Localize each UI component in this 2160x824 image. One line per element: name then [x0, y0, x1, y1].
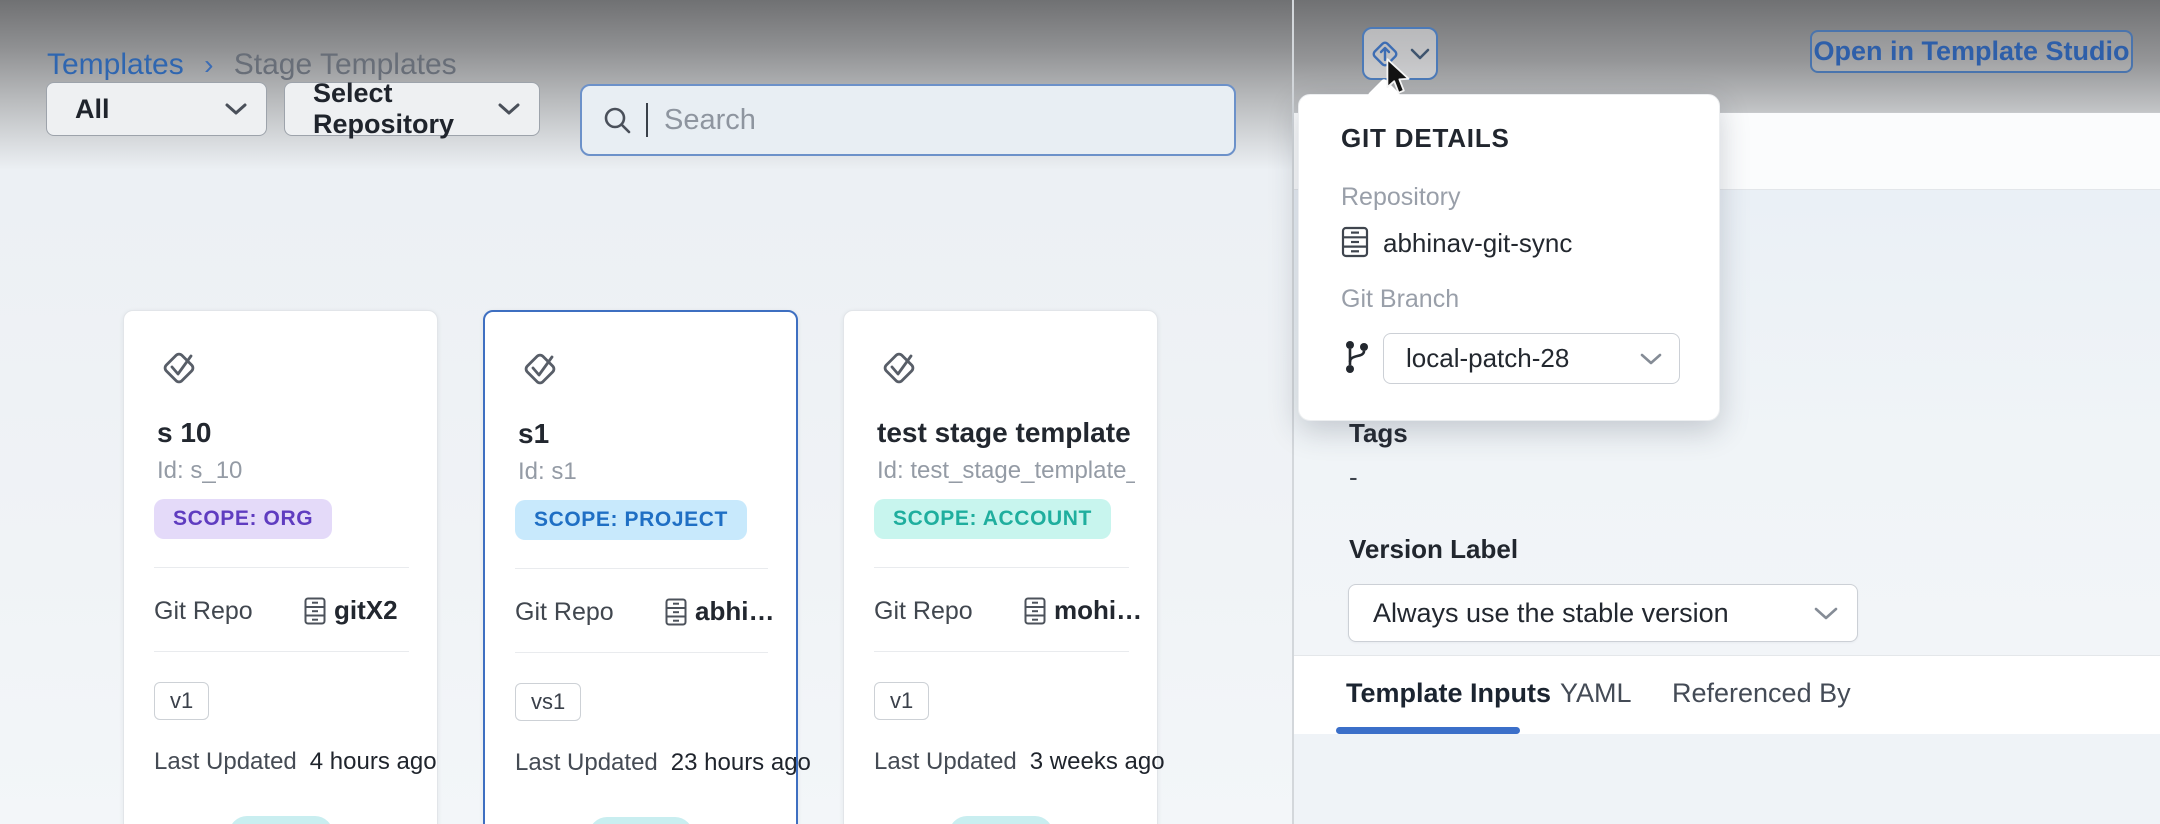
template-card[interactable]: s1 Id: s1 SCOPE: PROJECT Git Repo abhi… …: [483, 310, 798, 824]
breadcrumb-templates-link[interactable]: Templates: [47, 48, 184, 81]
chevron-down-icon: [1639, 352, 1663, 366]
open-in-template-studio-button[interactable]: Open in Template Studio: [1810, 30, 2133, 73]
chevron-down-icon: [497, 102, 521, 116]
version-chip: v1: [154, 682, 209, 720]
last-updated: Last Updated4 hours ago: [154, 748, 437, 776]
stable-badge: [229, 816, 333, 824]
version-label-heading: Version Label: [1349, 534, 1518, 565]
template-id: Id: s_10: [157, 457, 415, 485]
template-id: Id: s1: [518, 458, 776, 486]
git-repo-label: Git Repo: [154, 597, 253, 626]
chevron-down-icon: [1410, 48, 1430, 60]
active-tab-underline: [1336, 727, 1520, 734]
stage-template-icon: [517, 344, 563, 394]
git-repo-value: abhi…: [695, 596, 774, 627]
search-icon: [602, 105, 632, 135]
template-title: s1: [518, 418, 776, 450]
stable-badge: [949, 816, 1053, 824]
template-type-dropdown-value: All: [75, 94, 224, 125]
select-repository-dropdown[interactable]: Select Repository: [284, 82, 540, 136]
git-branch-icon: [1343, 338, 1371, 376]
git-branch-label: Git Branch: [1341, 285, 1459, 314]
breadcrumb: Templates › Stage Templates: [47, 48, 457, 82]
mouse-cursor-icon: [1385, 58, 1413, 96]
last-updated-value: 23 hours ago: [671, 749, 811, 776]
repository-icon: [1341, 226, 1369, 258]
version-label-select[interactable]: Always use the stable version: [1348, 584, 1858, 642]
tab-yaml[interactable]: YAML: [1560, 678, 1632, 709]
template-id: Id: test_stage_template_…: [877, 457, 1135, 485]
divider: [515, 568, 768, 569]
last-updated: Last Updated23 hours ago: [515, 749, 811, 777]
tab-referenced-by[interactable]: Referenced By: [1672, 678, 1851, 709]
template-card[interactable]: s 10 Id: s_10 SCOPE: ORG Git Repo gitX2 …: [123, 310, 438, 824]
select-repository-dropdown-value: Select Repository: [313, 78, 497, 140]
search-box[interactable]: [580, 84, 1236, 156]
last-updated: Last Updated3 weeks ago: [874, 748, 1165, 776]
template-title: s 10: [157, 417, 415, 449]
version-chip: vs1: [515, 683, 581, 721]
repository-label: Repository: [1341, 183, 1461, 212]
git-branch-select[interactable]: local-patch-28: [1383, 333, 1680, 384]
divider: [874, 651, 1129, 652]
stable-badge: [589, 817, 693, 824]
panel-divider: [1292, 0, 1294, 824]
last-updated-value: 3 weeks ago: [1030, 748, 1165, 775]
breadcrumb-current: Stage Templates: [234, 48, 457, 81]
divider: [154, 567, 409, 568]
scope-badge: SCOPE: ORG: [154, 499, 332, 539]
breadcrumb-separator-icon: ›: [204, 49, 213, 80]
git-repo-value: mohi…: [1054, 595, 1142, 626]
repository-icon: [665, 598, 687, 626]
chevron-down-icon: [1813, 606, 1839, 621]
git-repo-label: Git Repo: [515, 598, 614, 627]
details-tab-content: [1294, 734, 2160, 824]
repository-icon: [304, 597, 326, 625]
divider: [874, 567, 1129, 568]
repository-value: abhinav-git-sync: [1383, 228, 1572, 259]
text-cursor: [646, 103, 648, 137]
template-type-dropdown[interactable]: All: [46, 82, 267, 136]
stage-template-icon: [876, 343, 922, 393]
repository-icon: [1024, 597, 1046, 625]
version-chip: v1: [874, 682, 929, 720]
tags-value: -: [1349, 462, 1358, 493]
git-repo-value: gitX2: [334, 595, 398, 626]
git-details-title: GIT DETAILS: [1341, 123, 1510, 154]
git-repo-label: Git Repo: [874, 597, 973, 626]
scope-badge: SCOPE: ACCOUNT: [874, 499, 1111, 539]
tags-heading: Tags: [1349, 418, 1408, 449]
git-branch-select-value: local-patch-28: [1406, 343, 1639, 374]
template-card[interactable]: test stage template … Id: test_stage_tem…: [843, 310, 1158, 824]
divider: [154, 651, 409, 652]
tab-template-inputs[interactable]: Template Inputs: [1346, 678, 1551, 709]
scope-badge: SCOPE: PROJECT: [515, 500, 747, 540]
templates-page: Templates › Stage Templates All Select R…: [0, 0, 2160, 824]
stage-template-icon: [156, 343, 202, 393]
search-input[interactable]: [664, 104, 1184, 137]
chevron-down-icon: [224, 102, 248, 116]
version-label-select-value: Always use the stable version: [1373, 598, 1813, 629]
divider: [515, 652, 768, 653]
last-updated-value: 4 hours ago: [310, 748, 437, 775]
template-title: test stage template …: [877, 417, 1135, 449]
git-details-popover: GIT DETAILS Repository abhinav-git-sync …: [1298, 94, 1720, 421]
